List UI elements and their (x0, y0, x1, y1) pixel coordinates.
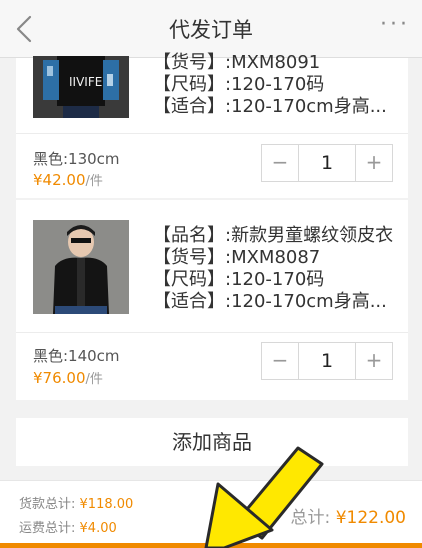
shipping-total-value: ¥4.00 (79, 521, 117, 536)
product-card: IIVIFE 【货号】:MXM8091 【尺码】:120-170码 【适合】:1… (16, 52, 408, 198)
minus-button[interactable]: − (262, 145, 298, 181)
plus-button[interactable]: + (356, 343, 392, 379)
unit-price: ¥42.00/件 (33, 170, 103, 189)
grand-total-label: 总计: (290, 508, 331, 528)
nav-bar: 代发订单 ··· (0, 0, 422, 58)
quantity-input[interactable]: 1 (298, 145, 356, 181)
goods-total-value: ¥118.00 (79, 497, 134, 512)
price-integer: 76 (42, 369, 62, 387)
shipping-total-label: 运费总计: (19, 521, 76, 536)
grand-total: 总计: ¥122.00 (291, 503, 406, 528)
svg-text:IIVIFE: IIVIFE (69, 75, 102, 89)
product-thumbnail[interactable] (33, 220, 129, 314)
price-integer: 42 (42, 171, 62, 189)
shipping-total: 运费总计: ¥4.00 (19, 517, 117, 536)
unit-price: ¥76.00/件 (33, 368, 103, 387)
price-decimal: .00 (61, 369, 86, 387)
price-symbol: ¥ (33, 369, 43, 387)
price-unit: /件 (85, 174, 103, 189)
order-summary: 货款总计: ¥118.00 运费总计: ¥4.00 总计: ¥122.00 (0, 480, 422, 548)
divider (16, 133, 408, 134)
product-size: 【尺码】:120-170码 (153, 269, 325, 290)
quantity-stepper: − 1 + (261, 342, 393, 380)
more-dots-icon[interactable]: ··· (380, 12, 410, 37)
product-info: 【品名】:新款男童螺纹领皮衣 【货号】:MXM8087 【尺码】:120-170… (153, 225, 393, 313)
product-thumbnail[interactable]: IIVIFE (33, 56, 129, 118)
product-card: 【品名】:新款男童螺纹领皮衣 【货号】:MXM8087 【尺码】:120-170… (16, 200, 408, 400)
grand-total-value: ¥122.00 (335, 508, 406, 528)
goods-total: 货款总计: ¥118.00 (19, 493, 133, 512)
product-fit: 【适合】:120-170cm身高... (153, 291, 387, 312)
plus-button[interactable]: + (356, 145, 392, 181)
product-sku: 【货号】:MXM8091 (153, 52, 321, 73)
product-sku: 【货号】:MXM8087 (153, 247, 321, 268)
divider (16, 332, 408, 333)
price-symbol: ¥ (33, 171, 43, 189)
price-decimal: .00 (61, 171, 86, 189)
product-info: 【货号】:MXM8091 【尺码】:120-170码 【适合】:120-170c… (153, 52, 387, 118)
quantity-stepper: − 1 + (261, 144, 393, 182)
variant-label: 黑色:140cm (33, 347, 120, 365)
product-size: 【尺码】:120-170码 (153, 74, 325, 95)
quantity-input[interactable]: 1 (298, 343, 356, 379)
product-fit: 【适合】:120-170cm身高... (153, 96, 387, 117)
page-title: 代发订单 (169, 18, 253, 42)
goods-total-label: 货款总计: (19, 497, 76, 512)
variant-label: 黑色:130cm (33, 150, 120, 168)
minus-button[interactable]: − (262, 343, 298, 379)
add-product-button[interactable]: 添加商品 (16, 418, 408, 466)
price-unit: /件 (85, 372, 103, 387)
product-name: 【品名】:新款男童螺纹领皮衣 (153, 225, 394, 246)
submit-bar[interactable] (0, 543, 422, 548)
